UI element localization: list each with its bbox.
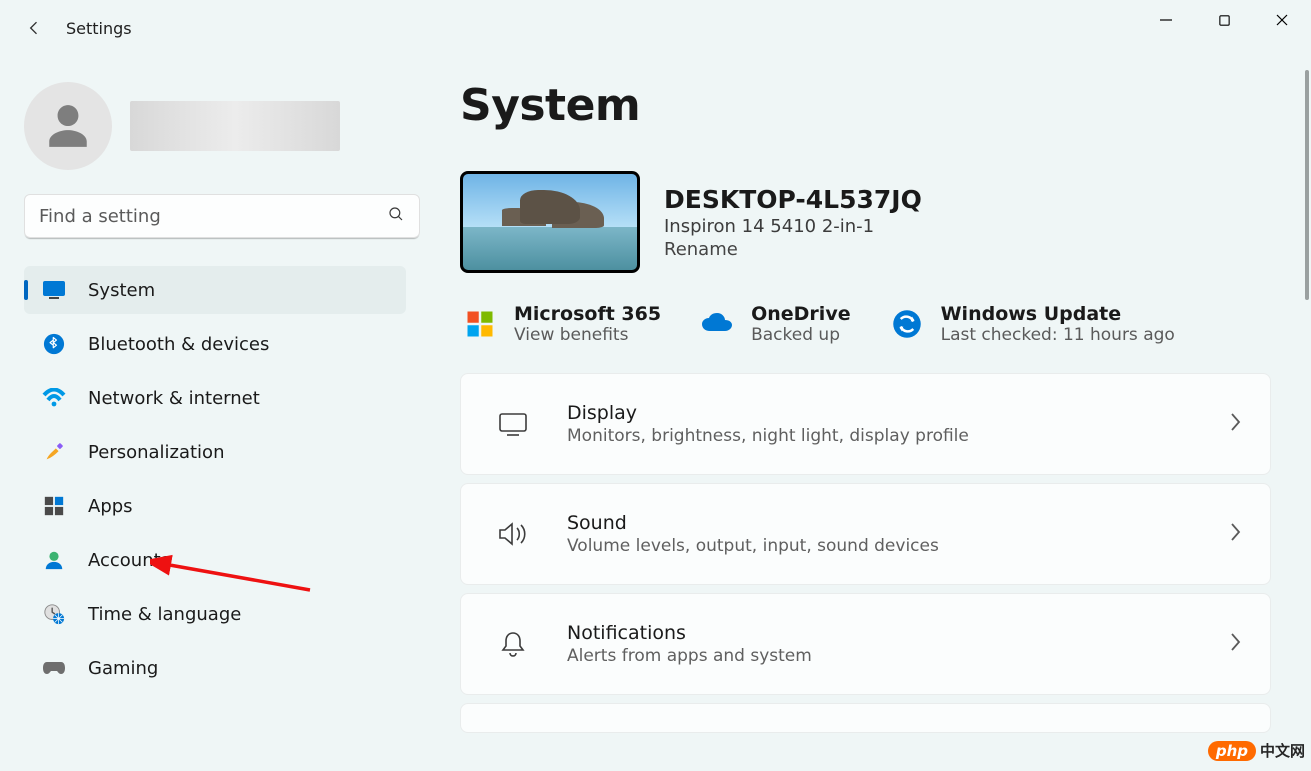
search-box[interactable] (24, 194, 420, 238)
sidebar-item-label: Personalization (88, 442, 224, 463)
scrollbar-thumb[interactable] (1305, 70, 1309, 300)
bell-icon (489, 630, 537, 658)
back-button[interactable] (12, 6, 56, 50)
status-title: Microsoft 365 (514, 303, 661, 325)
clock-globe-icon (42, 602, 66, 626)
account-name-redacted (130, 101, 340, 151)
search-input[interactable] (25, 206, 419, 227)
minimize-icon (1159, 13, 1173, 27)
watermark-brand: php (1208, 741, 1256, 761)
device-wallpaper-thumbnail[interactable] (460, 171, 640, 273)
sidebar-item-label: Gaming (88, 658, 158, 679)
window-title: Settings (66, 19, 132, 38)
sidebar-item-system[interactable]: System (24, 266, 406, 314)
sidebar-item-label: Bluetooth & devices (88, 334, 269, 355)
status-sub: View benefits (514, 325, 661, 345)
device-info: DESKTOP-4L537JQ Inspiron 14 5410 2-in-1 … (664, 185, 922, 260)
device-name: DESKTOP-4L537JQ (664, 185, 922, 214)
window-controls (1137, 0, 1311, 40)
status-sub: Backed up (751, 325, 851, 345)
status-title: OneDrive (751, 303, 851, 325)
status-row: Microsoft 365 View benefits OneDrive Bac… (460, 303, 1271, 345)
sidebar-item-label: Network & internet (88, 388, 260, 409)
bluetooth-icon (42, 332, 66, 356)
sync-icon (887, 304, 927, 344)
paintbrush-icon (42, 440, 66, 464)
sidebar-item-time-language[interactable]: Time & language (24, 590, 406, 638)
card-sub: Alerts from apps and system (567, 646, 1228, 666)
close-button[interactable] (1253, 0, 1311, 40)
card-sub: Volume levels, output, input, sound devi… (567, 536, 1228, 556)
card-notifications[interactable]: Notifications Alerts from apps and syste… (460, 593, 1271, 695)
sidebar-item-label: Apps (88, 496, 133, 517)
search-icon (387, 205, 405, 227)
status-windows-update[interactable]: Windows Update Last checked: 11 hours ag… (887, 303, 1175, 345)
card-display[interactable]: Display Monitors, brightness, night ligh… (460, 373, 1271, 475)
person-head-icon (42, 548, 66, 572)
status-title: Windows Update (941, 303, 1175, 325)
onedrive-icon (697, 304, 737, 344)
page-title: System (460, 80, 1271, 131)
speaker-icon (489, 521, 537, 547)
maximize-icon (1218, 14, 1231, 27)
sidebar-item-bluetooth[interactable]: Bluetooth & devices (24, 320, 406, 368)
status-onedrive[interactable]: OneDrive Backed up (697, 303, 851, 345)
card-sound[interactable]: Sound Volume levels, output, input, soun… (460, 483, 1271, 585)
arrow-left-icon (24, 18, 44, 38)
device-rename-link[interactable]: Rename (664, 239, 922, 260)
wifi-icon (42, 386, 66, 410)
sidebar-item-network[interactable]: Network & internet (24, 374, 406, 422)
card-title: Display (567, 402, 1228, 424)
sidebar: System Bluetooth & devices Network & int… (0, 72, 430, 771)
card-partial-next[interactable] (460, 703, 1271, 733)
main-content: System DESKTOP-4L537JQ Inspiron 14 5410 … (460, 72, 1301, 771)
account-block[interactable] (24, 82, 406, 170)
watermark-text: 中文网 (1260, 740, 1305, 761)
avatar (24, 82, 112, 170)
sidebar-nav: System Bluetooth & devices Network & int… (24, 266, 406, 692)
person-icon (43, 101, 93, 151)
chevron-right-icon (1228, 521, 1242, 547)
sidebar-item-label: System (88, 280, 155, 301)
settings-cards: Display Monitors, brightness, night ligh… (460, 373, 1271, 733)
card-title: Sound (567, 512, 1228, 534)
sidebar-item-apps[interactable]: Apps (24, 482, 406, 530)
status-sub: Last checked: 11 hours ago (941, 325, 1175, 345)
monitor-outline-icon (489, 411, 537, 437)
apps-icon (42, 494, 66, 518)
watermark: php 中文网 (1208, 740, 1305, 761)
status-m365[interactable]: Microsoft 365 View benefits (460, 303, 661, 345)
display-icon (42, 278, 66, 302)
card-sub: Monitors, brightness, night light, displ… (567, 426, 1228, 446)
close-icon (1275, 13, 1289, 27)
sidebar-item-accounts[interactable]: Accounts (24, 536, 406, 584)
sidebar-item-label: Time & language (88, 604, 241, 625)
maximize-button[interactable] (1195, 0, 1253, 40)
gamepad-icon (42, 656, 66, 680)
sidebar-item-gaming[interactable]: Gaming (24, 644, 406, 692)
microsoft365-icon (460, 304, 500, 344)
titlebar: Settings (0, 0, 1311, 56)
sidebar-item-label: Accounts (88, 550, 170, 571)
sidebar-item-personalization[interactable]: Personalization (24, 428, 406, 476)
card-title: Notifications (567, 622, 1228, 644)
minimize-button[interactable] (1137, 0, 1195, 40)
chevron-right-icon (1228, 631, 1242, 657)
chevron-right-icon (1228, 411, 1242, 437)
device-summary: DESKTOP-4L537JQ Inspiron 14 5410 2-in-1 … (460, 171, 1271, 273)
device-model: Inspiron 14 5410 2-in-1 (664, 216, 922, 237)
